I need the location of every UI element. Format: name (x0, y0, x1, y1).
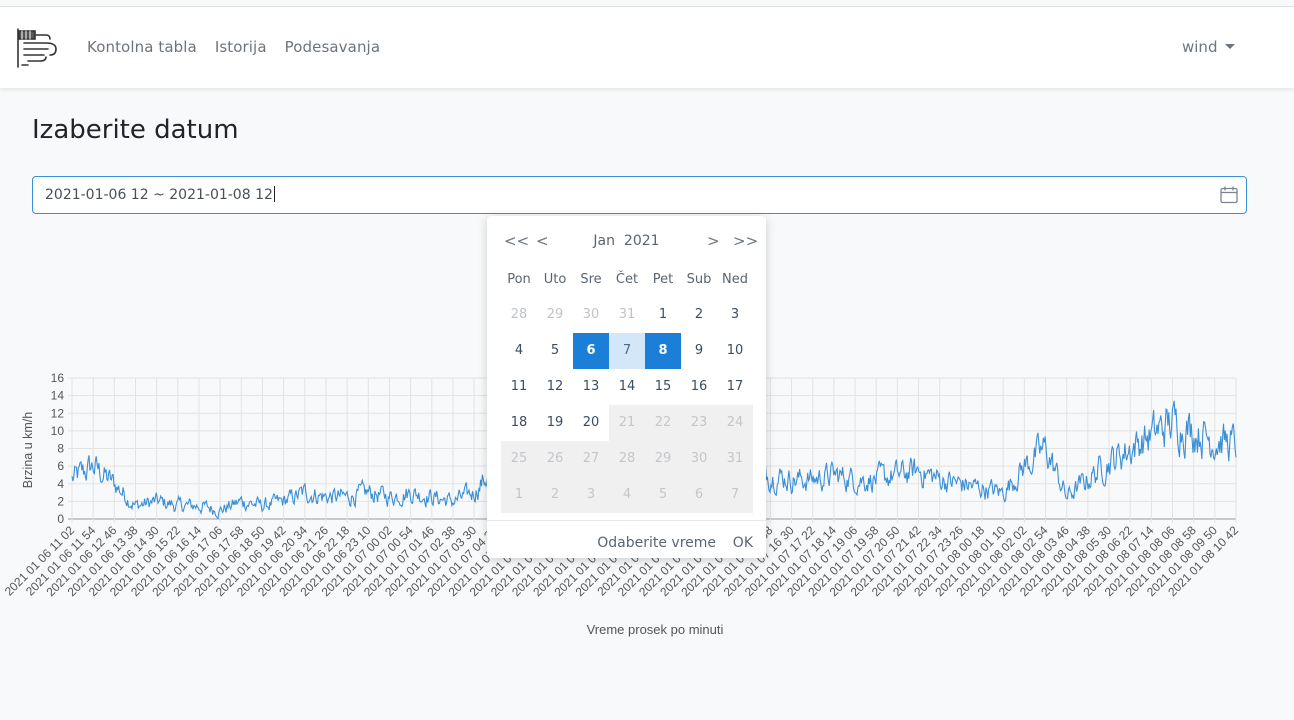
navbar: Kontolna tabla Istorija Podesavanja wind (0, 7, 1294, 88)
calendar-day[interactable]: 12 (537, 369, 573, 405)
calendar-day[interactable]: 7 (609, 333, 645, 369)
date-picker-popup: << < Jan 2021 > >> Pon Uto Sre Čet Pet Sub Ned… (487, 216, 766, 558)
picker-year[interactable]: 2021 (624, 233, 660, 249)
calendar-day[interactable]: 2 (681, 297, 717, 333)
calendar-day: 30 (681, 441, 717, 477)
calendar-day: 28 (609, 441, 645, 477)
calendar-day: 4 (609, 477, 645, 513)
nav-link-settings[interactable]: Podesavanja (285, 38, 380, 56)
calendar-day: 22 (645, 405, 681, 441)
y-tick-label: 8 (57, 442, 64, 456)
weekday-label: Čet (615, 272, 639, 287)
picker-title: Jan 2021 (487, 233, 766, 249)
calendar-day: 6 (681, 477, 717, 513)
calendar-day: 27 (573, 441, 609, 477)
calendar-day[interactable]: 14 (609, 369, 645, 405)
y-tick-label: 6 (57, 459, 64, 473)
date-range-value: 2021-01-06 12 ~ 2021-01-08 12 (45, 187, 273, 203)
calendar-day[interactable]: 6 (573, 333, 609, 369)
calendar-icon[interactable] (1219, 185, 1239, 205)
y-axis-label: Brzina u km/h (21, 412, 35, 488)
calendar-day[interactable]: 30 (573, 297, 609, 333)
caret-down-icon (1225, 43, 1236, 49)
calendar-day: 25 (501, 441, 537, 477)
calendar-day: 7 (717, 477, 753, 513)
calendar-day: 23 (681, 405, 717, 441)
weekday-label: Sre (580, 272, 602, 287)
weekday-label: Pon (507, 272, 531, 287)
weekday-label: Pet (652, 272, 674, 287)
weekday-label: Ned (722, 272, 748, 287)
calendar-day[interactable]: 17 (717, 369, 753, 405)
calendar-day[interactable]: 13 (573, 369, 609, 405)
y-tick-label: 0 (57, 512, 64, 526)
calendar-day[interactable]: 15 (645, 369, 681, 405)
calendar-day[interactable]: 4 (501, 333, 537, 369)
picker-month[interactable]: Jan (593, 233, 615, 249)
calendar-day: 21 (609, 405, 645, 441)
y-axis-ticks: 0 2 4 6 8 10 12 14 16 (51, 371, 65, 526)
nav-links: Kontolna tabla Istorija Podesavanja (87, 38, 398, 56)
next-year-button[interactable]: >> (733, 232, 758, 250)
calendar-day: 1 (501, 477, 537, 513)
y-tick-label: 14 (51, 389, 65, 403)
calendar-day[interactable]: 20 (573, 405, 609, 441)
weekday-label: Sub (686, 272, 712, 287)
calendar-day: 31 (717, 441, 753, 477)
calendar-day[interactable]: 18 (501, 405, 537, 441)
y-tick-label: 16 (51, 371, 65, 385)
date-range-input[interactable]: 2021-01-06 12 ~ 2021-01-08 12 (32, 176, 1247, 214)
calendar-day[interactable]: 1 (645, 297, 681, 333)
nav-link-history[interactable]: Istorija (215, 38, 267, 56)
y-tick-label: 12 (51, 406, 65, 420)
calendar-day[interactable]: 3 (717, 297, 753, 333)
y-tick-label: 2 (57, 494, 64, 508)
y-tick-label: 10 (51, 424, 65, 438)
calendar-day[interactable]: 10 (717, 333, 753, 369)
calendar-day: 2 (537, 477, 573, 513)
user-name: wind (1182, 38, 1218, 56)
calendar-day[interactable]: 5 (537, 333, 573, 369)
page-title: Izaberite datum (32, 115, 239, 145)
calendar-day: 29 (645, 441, 681, 477)
wind-logo-icon[interactable] (16, 27, 60, 69)
calendar-day: 3 (573, 477, 609, 513)
calendar-day: 5 (645, 477, 681, 513)
calendar-day[interactable]: 28 (501, 297, 537, 333)
calendar-day[interactable]: 29 (537, 297, 573, 333)
calendar-day[interactable]: 16 (681, 369, 717, 405)
calendar-day[interactable]: 8 (645, 333, 681, 369)
pick-time-button[interactable]: Odaberite vreme (597, 535, 716, 551)
ok-button[interactable]: OK (733, 535, 753, 551)
calendar-day[interactable]: 31 (609, 297, 645, 333)
user-dropdown[interactable]: wind (1182, 38, 1236, 56)
x-axis-label: Vreme prosek po minuti (587, 622, 724, 637)
calendar-day[interactable]: 19 (537, 405, 573, 441)
nav-link-dashboard[interactable]: Kontolna tabla (87, 38, 197, 56)
calendar-day: 24 (717, 405, 753, 441)
calendar-day[interactable]: 11 (501, 369, 537, 405)
calendar-day[interactable]: 9 (681, 333, 717, 369)
y-tick-label: 4 (57, 477, 64, 491)
calendar-day: 26 (537, 441, 573, 477)
weekday-label: Uto (543, 272, 567, 287)
picker-footer: Odaberite vreme OK (487, 520, 766, 558)
next-month-button[interactable]: > (707, 232, 720, 250)
text-cursor (273, 186, 275, 202)
